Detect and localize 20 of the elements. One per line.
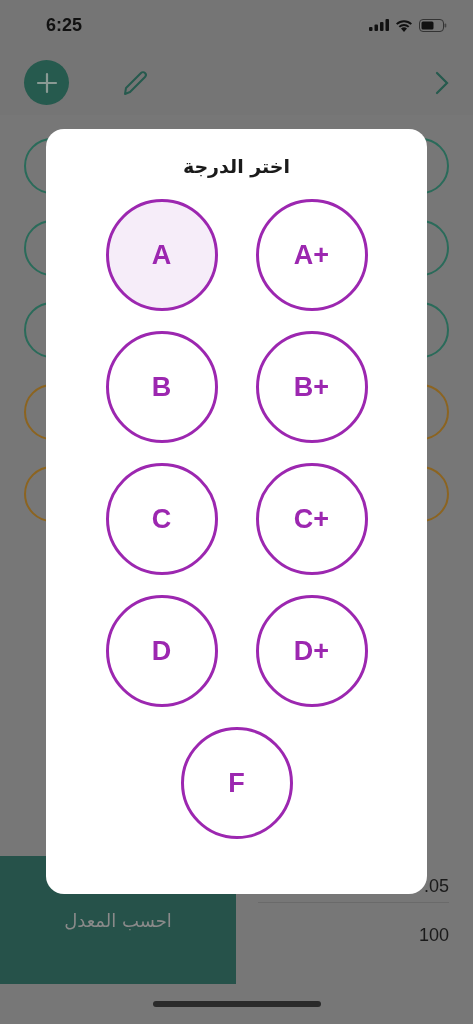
grade-option[interactable]: C+ (255, 463, 368, 575)
add-button[interactable] (24, 60, 69, 105)
grade-option[interactable]: A+ (255, 199, 368, 311)
pencil-icon[interactable] (121, 68, 149, 97)
chevron-right-icon[interactable] (435, 70, 449, 95)
signal-icon (369, 19, 389, 31)
wifi-icon (395, 18, 413, 32)
battery-icon (419, 18, 447, 32)
grade-option[interactable]: B+ (255, 331, 368, 443)
grade-option[interactable]: C (105, 463, 218, 575)
dialog-title: اختر الدرجة (182, 155, 291, 177)
grade-option[interactable]: A (105, 199, 218, 311)
grade-option[interactable]: F (180, 727, 293, 839)
grade-option[interactable]: B (105, 331, 218, 443)
grade-option[interactable]: D+ (255, 595, 368, 707)
summary-value: .05 (422, 875, 449, 898)
status-time: 6:25 (46, 14, 83, 36)
summary-value: 100 (417, 924, 449, 947)
plus-icon (35, 71, 58, 94)
grade-option[interactable]: D (105, 595, 218, 707)
